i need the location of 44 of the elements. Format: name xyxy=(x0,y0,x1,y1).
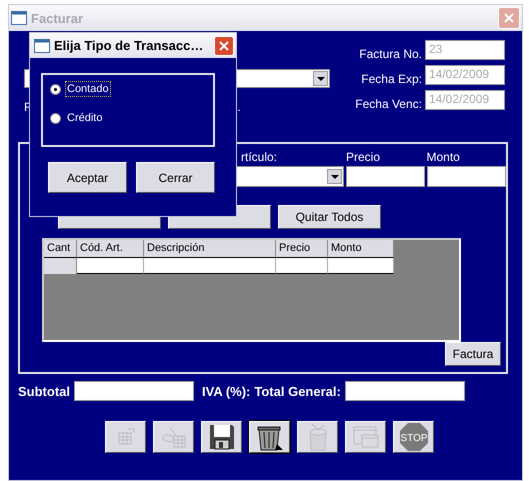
row-selector[interactable] xyxy=(44,258,77,274)
dialog-button[interactable]: Aceptar xyxy=(48,162,127,193)
total-label: Total General: xyxy=(254,384,341,398)
column-header[interactable]: Descripción xyxy=(144,240,276,258)
field-label: Fecha Venc: xyxy=(355,97,422,111)
input-field[interactable] xyxy=(346,166,424,187)
invoice-button[interactable]: Factura xyxy=(445,342,501,366)
trash-button[interactable] xyxy=(249,421,290,453)
total-field[interactable] xyxy=(344,381,465,401)
caret-icon xyxy=(316,76,324,80)
tax-label: IVA (%): xyxy=(202,384,250,398)
column-header[interactable]: Cant xyxy=(44,240,77,258)
close-icon xyxy=(503,12,515,24)
field-label: Precio xyxy=(346,150,382,164)
column-header[interactable]: Cód. Art. xyxy=(77,240,144,258)
save-button[interactable] xyxy=(201,421,242,453)
table-cell xyxy=(77,258,144,274)
radio-option[interactable]: Crédito xyxy=(50,110,213,126)
hand-document-icon xyxy=(160,425,188,449)
input-field[interactable] xyxy=(426,166,506,187)
column-header[interactable]: Monto xyxy=(328,240,394,258)
field-label: Monto xyxy=(426,150,461,164)
dialog-title: Elija Tipo de Transacc… xyxy=(54,38,204,53)
windows-icon xyxy=(352,425,380,449)
subtotal-label: Subtotal xyxy=(18,384,70,398)
close-icon xyxy=(219,40,229,50)
radio-option[interactable]: Contado xyxy=(50,81,213,97)
column-header[interactable]: Precio xyxy=(276,240,328,258)
window-icon xyxy=(34,38,50,52)
action-button[interactable]: Quitar Todos xyxy=(278,205,381,229)
field-label: . xyxy=(237,100,241,114)
stop-text: STOP xyxy=(400,433,428,444)
subtotal-field[interactable] xyxy=(74,381,194,401)
caret-icon xyxy=(330,174,338,178)
close-button[interactable] xyxy=(214,36,234,56)
window-title: Facturar xyxy=(31,10,84,26)
dialog-button[interactable]: Cerrar xyxy=(136,162,215,193)
table-icon xyxy=(116,427,136,447)
table-cell xyxy=(276,258,328,274)
field-label: Factura No. xyxy=(359,47,422,61)
window-icon xyxy=(11,11,27,25)
field-label: Fecha Exp: xyxy=(361,72,422,86)
table-cell xyxy=(328,258,394,274)
field-label: rtículo: xyxy=(240,150,278,164)
